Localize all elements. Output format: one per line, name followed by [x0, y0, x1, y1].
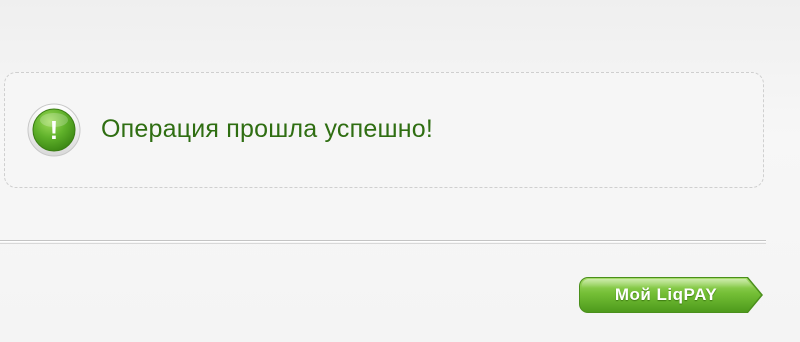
success-notice-box: ! Операция прошла успешно! [4, 72, 764, 188]
divider-shadow [0, 243, 766, 244]
my-liqpay-button[interactable]: Мой LiqPAY [578, 276, 764, 314]
exclamation-circle-icon: ! [27, 103, 81, 157]
my-liqpay-button-label: Мой LiqPAY [614, 285, 718, 304]
success-message: Операция прошла успешно! [101, 115, 433, 143]
divider [0, 240, 766, 242]
payment-result-page: ! Операция прошла успешно! Мой LiqPAY [0, 0, 800, 342]
icon-glyph: ! [50, 115, 59, 145]
